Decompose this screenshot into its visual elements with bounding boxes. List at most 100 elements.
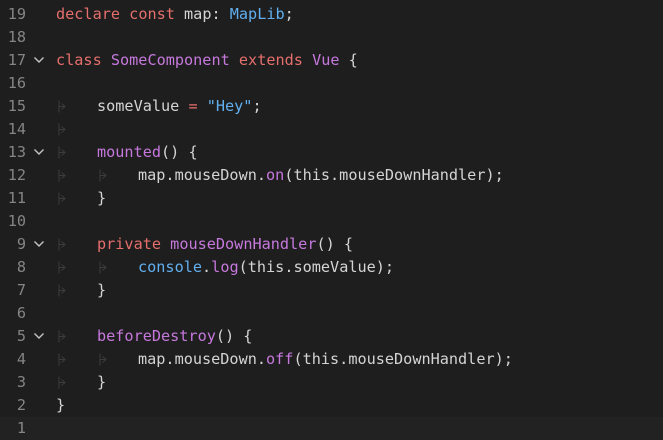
line-number: 6 bbox=[16, 304, 26, 322]
line-number: 9 bbox=[16, 235, 26, 253]
code-token-keyword: const bbox=[129, 5, 175, 23]
code-token-keyword: declare bbox=[56, 5, 121, 23]
code-token-function: SomeComponent bbox=[110, 51, 230, 69]
code-text: someValue = "Hey"; bbox=[97, 95, 262, 118]
code-line[interactable]: 16 bbox=[0, 72, 663, 95]
line-number: 10 bbox=[7, 212, 26, 230]
line-number: 1 bbox=[16, 419, 26, 437]
code-line[interactable]: 5 beforeDestroy() { bbox=[0, 325, 663, 348]
code-line[interactable]: 15 someValue = "Hey"; bbox=[0, 95, 663, 118]
code-token-default: map: bbox=[174, 5, 230, 23]
code-line[interactable]: 4 map.mouseDown.off(this.mouseDownHandler… bbox=[0, 348, 663, 371]
fold-chevron-icon[interactable] bbox=[33, 233, 47, 256]
indent-guide-icon bbox=[58, 325, 68, 348]
indent-guide-icon bbox=[58, 279, 68, 302]
code-token-function: mouseDownHandler bbox=[170, 235, 317, 253]
code-token-default bbox=[161, 235, 170, 253]
code-token-default: ; bbox=[284, 5, 294, 23]
code-text: mounted() { bbox=[97, 141, 198, 164]
code-text: console.log(this.someValue); bbox=[138, 256, 394, 279]
indent-guide-icon bbox=[58, 118, 68, 141]
line-number: 11 bbox=[7, 189, 26, 207]
code-line[interactable]: 13 mounted() { bbox=[0, 141, 663, 164]
code-token-keyword: class bbox=[56, 51, 102, 69]
code-editor[interactable]: 19 declare const map: MapLib; 18 17 class So… bbox=[0, 3, 663, 440]
fold-chevron-icon[interactable] bbox=[33, 141, 47, 164]
code-line[interactable]: 3} bbox=[0, 371, 663, 394]
indent-guide-icon bbox=[58, 141, 68, 164]
code-text: } bbox=[97, 187, 106, 210]
line-number: 13 bbox=[7, 143, 26, 161]
line-number: 17 bbox=[7, 51, 26, 69]
code-token-keyword: extends bbox=[238, 51, 303, 69]
line-number: 18 bbox=[7, 28, 26, 46]
code-line[interactable]: 10 bbox=[0, 210, 663, 233]
code-token-type: MapLib bbox=[229, 5, 285, 23]
code-token-function: on bbox=[266, 166, 285, 184]
indent-guide-icon bbox=[58, 371, 68, 394]
line-number: 16 bbox=[7, 74, 26, 92]
code-token-default bbox=[303, 51, 312, 69]
code-text: map.mouseDown.off(this.mouseDownHandler)… bbox=[138, 348, 513, 371]
code-line[interactable]: 18 bbox=[0, 26, 663, 49]
fold-chevron-icon[interactable] bbox=[33, 325, 47, 348]
line-number: 8 bbox=[16, 258, 26, 276]
code-token-default: ; bbox=[252, 97, 262, 115]
fold-chevron-icon[interactable] bbox=[33, 49, 47, 72]
code-token-default: . bbox=[202, 258, 212, 276]
indent-guide-icon bbox=[58, 187, 68, 210]
code-token-default: someValue bbox=[97, 97, 180, 115]
code-line[interactable]: 6 bbox=[0, 302, 663, 325]
line-number: 4 bbox=[16, 350, 26, 368]
code-token-default: } bbox=[56, 396, 66, 414]
code-line[interactable]: 12 map.mouseDown.on(this.mouseDownHandler… bbox=[0, 164, 663, 187]
code-token-keyword: = bbox=[179, 97, 207, 115]
indent-guide-icon bbox=[58, 164, 68, 187]
code-token-default: } bbox=[97, 281, 107, 299]
line-number: 14 bbox=[7, 120, 26, 138]
code-token-default: map.mouseDown. bbox=[138, 350, 267, 368]
code-token-default: (this.mouseDownHandler); bbox=[284, 166, 504, 184]
code-token-function: beforeDestroy bbox=[97, 327, 216, 345]
line-number: 15 bbox=[7, 97, 26, 115]
indent-guide-icon bbox=[99, 256, 109, 279]
code-token-default: { bbox=[339, 51, 358, 69]
code-line[interactable]: 1 bbox=[0, 417, 663, 440]
line-number: 3 bbox=[16, 373, 26, 391]
indent-guide-icon bbox=[99, 164, 109, 187]
code-token-default: (this.someValue); bbox=[238, 258, 395, 276]
code-line[interactable]: 17 class SomeComponent extends Vue { bbox=[0, 49, 663, 72]
code-token-default: () { bbox=[161, 143, 198, 161]
line-number: 5 bbox=[16, 327, 26, 345]
indent-guide-icon bbox=[58, 233, 68, 256]
code-text: } bbox=[56, 394, 65, 417]
code-line[interactable]: 19 declare const map: MapLib; bbox=[0, 3, 663, 26]
code-text: declare const map: MapLib; bbox=[56, 3, 294, 26]
code-text: map.mouseDown.on(this.mouseDownHandler); bbox=[138, 164, 504, 187]
line-number: 7 bbox=[16, 281, 26, 299]
line-number: 12 bbox=[7, 166, 26, 184]
indent-guide-icon bbox=[58, 256, 68, 279]
code-text: beforeDestroy() { bbox=[97, 325, 252, 348]
code-line[interactable]: 9 private mouseDownHandler() { bbox=[0, 233, 663, 256]
code-line[interactable]: 8 console.log(this.someValue); bbox=[0, 256, 663, 279]
code-token-type: console bbox=[138, 258, 203, 276]
line-number: 2 bbox=[16, 396, 26, 414]
code-token-default bbox=[102, 51, 111, 69]
code-token-function: mounted bbox=[97, 143, 162, 161]
code-token-default: } bbox=[97, 189, 107, 207]
code-token-default: () { bbox=[316, 235, 354, 253]
code-line[interactable]: 11} bbox=[0, 187, 663, 210]
code-line[interactable]: 7} bbox=[0, 279, 663, 302]
code-text: } bbox=[97, 371, 106, 394]
code-token-function: off bbox=[266, 350, 294, 368]
code-text: private mouseDownHandler() { bbox=[97, 233, 353, 256]
code-line[interactable]: 14 bbox=[0, 118, 663, 141]
code-token-type: "Hey" bbox=[206, 97, 253, 115]
code-text: class SomeComponent extends Vue { bbox=[56, 49, 358, 72]
code-token-default: } bbox=[97, 373, 107, 391]
code-token-default: map.mouseDown. bbox=[138, 166, 267, 184]
code-token-default bbox=[120, 5, 129, 23]
indent-guide-icon bbox=[58, 348, 68, 371]
code-line[interactable]: 2} bbox=[0, 394, 663, 417]
